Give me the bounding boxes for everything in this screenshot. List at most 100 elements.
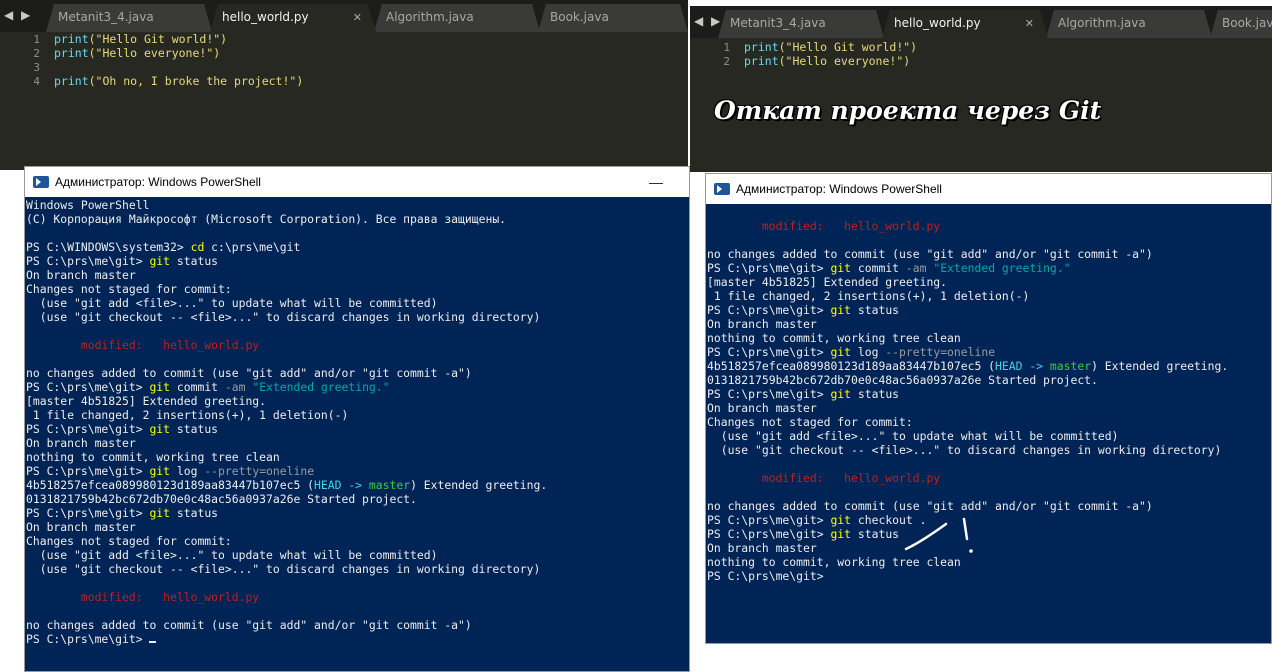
terminal-line: PS C:\prs\me\git> git status — [707, 527, 900, 541]
terminal-line: PS C:\prs\me\git> — [26, 632, 157, 646]
tab-bar: ◀ ▶ Metanit3_4.java hello_world.py ✕ Algori… — [0, 0, 688, 32]
code-line[interactable]: print("Hello Git world!") — [744, 40, 917, 54]
terminal-line: 0131821759b42bc672db70e0c48ac56a0937a26e… — [26, 492, 417, 506]
terminal-line: PS C:\prs\me\git> git status — [26, 254, 219, 268]
tab-book-java[interactable]: Book.java — [1210, 10, 1272, 38]
terminal-line: nothing to commit, working tree clean — [707, 331, 961, 345]
tab-label: Book.java — [1222, 16, 1272, 30]
text-cursor — [149, 641, 157, 643]
code-args: ("Hello Git world!") — [88, 32, 228, 46]
window-title: Администратор: Windows PowerShell — [736, 182, 942, 196]
terminal-line: no changes added to commit (use "git add… — [707, 247, 1153, 261]
tab-label: Metanit3_4.java — [58, 10, 154, 24]
terminal-line: PS C:\prs\me\git> git status — [707, 303, 900, 317]
code-keyword: print — [744, 54, 779, 68]
terminal-output[interactable]: Windows PowerShell (C) Корпорация Майкрос… — [25, 197, 689, 671]
terminal-line: (use "git checkout -- <file>..." to disc… — [26, 562, 541, 576]
tab-hello-world-py[interactable]: hello_world.py ✕ — [882, 10, 1048, 38]
tab-label: hello_world.py — [894, 16, 981, 30]
terminal-line: 1 file changed, 2 insertions(+), 1 delet… — [26, 408, 349, 422]
overlay-title: Откат проекта через Git — [714, 96, 1102, 125]
terminal-line: On branch master — [707, 401, 817, 415]
minimize-icon[interactable]: — — [649, 167, 663, 197]
terminal-line: [master 4b51825] Extended greeting. — [707, 275, 948, 289]
nav-arrows-icon[interactable]: ◀ ▶ — [4, 8, 32, 22]
line-number: 3 — [33, 61, 40, 74]
code-line[interactable]: print("Oh no, I broke the project!") — [54, 74, 303, 88]
tab-bar: ◀ ▶ Metanit3_4.java hello_world.py ✕ Algori… — [690, 6, 1272, 38]
tab-label: Algorithm.java — [1058, 16, 1146, 30]
terminal-line: PS C:\prs\me\git> git status — [26, 422, 219, 436]
tab-label: hello_world.py — [222, 10, 309, 24]
powershell-window-left[interactable]: Администратор: Windows PowerShell — Wind… — [24, 166, 690, 672]
terminal-line: no changes added to commit (use "git add… — [707, 499, 1153, 513]
terminal-line: On branch master — [26, 268, 136, 282]
terminal-line: PS C:\prs\me\git> git commit -am "Extend… — [26, 380, 390, 394]
terminal-line: (use "git checkout -- <file>..." to disc… — [707, 443, 1222, 457]
tab-metanit3-4-java[interactable]: Metanit3_4.java — [46, 4, 212, 32]
terminal-line: On branch master — [707, 317, 817, 331]
handwritten-checkmark — [904, 517, 973, 553]
terminal-line: 0131821759b42bc672db70e0c48ac56a0937a26e… — [707, 373, 1098, 387]
line-number: 1 — [33, 33, 40, 46]
nav-arrows-icon[interactable]: ◀ ▶ — [694, 14, 722, 28]
terminal-line: Changes not staged for commit: — [707, 415, 913, 429]
code-line[interactable]: print("Hello everyone!") — [744, 54, 910, 68]
terminal-line: PS C:\prs\me\git> git status — [26, 506, 219, 520]
close-icon[interactable]: ✕ — [353, 4, 362, 31]
editor-left: ◀ ▶ Metanit3_4.java hello_world.py ✕ Algori… — [0, 0, 688, 170]
terminal-line: (C) Корпорация Майкрософт (Microsoft Cor… — [26, 212, 507, 226]
code-keyword: print — [54, 32, 89, 46]
terminal-line: (use "git checkout -- <file>..." to disc… — [26, 310, 541, 324]
terminal-line: PS C:\WINDOWS\system32> cd c:\prs\me\git — [26, 240, 301, 254]
window-title: Администратор: Windows PowerShell — [55, 175, 261, 189]
terminal-line: On branch master — [26, 520, 136, 534]
tab-book-java[interactable]: Book.java — [538, 4, 688, 32]
terminal-line: PS C:\prs\me\git> git checkout . — [707, 513, 927, 527]
terminal-line: Windows PowerShell — [26, 198, 150, 212]
code-keyword: print — [744, 40, 779, 54]
terminal-line: modified: hello_world.py — [26, 338, 260, 352]
terminal-line: PS C:\prs\me\git> git log --pretty=oneli… — [707, 345, 996, 359]
code-args: ("Oh no, I broke the project!") — [88, 74, 304, 88]
code-keyword: print — [54, 74, 89, 88]
terminal-line: PS C:\prs\me\git> git status — [707, 387, 900, 401]
code-line[interactable]: print("Hello everyone!") — [54, 46, 220, 60]
tab-metanit3-4-java[interactable]: Metanit3_4.java — [718, 10, 884, 38]
terminal-line: modified: hello_world.py — [707, 219, 941, 233]
terminal-line: PS C:\prs\me\git> git commit -am "Extend… — [707, 261, 1071, 275]
tab-label: Metanit3_4.java — [730, 16, 826, 30]
terminal-line: 4b518257efcea089980123d189aa83447b107ec5… — [707, 359, 1229, 373]
code-line[interactable]: print("Hello Git world!") — [54, 32, 227, 46]
tab-label: Algorithm.java — [386, 10, 474, 24]
terminal-line: no changes added to commit (use "git add… — [26, 366, 472, 380]
tab-algorithm-java[interactable]: Algorithm.java — [374, 4, 540, 32]
terminal-line: modified: hello_world.py — [707, 471, 941, 485]
line-number: 2 — [33, 47, 40, 60]
tab-hello-world-py[interactable]: hello_world.py ✕ — [210, 4, 376, 32]
terminal-line: On branch master — [26, 436, 136, 450]
powershell-icon — [714, 183, 730, 195]
tab-algorithm-java[interactable]: Algorithm.java — [1046, 10, 1212, 38]
line-number: 1 — [723, 41, 730, 54]
terminal-line: Changes not staged for commit: — [26, 282, 232, 296]
powershell-window-right[interactable]: Администратор: Windows PowerShell modifi… — [705, 173, 1272, 644]
terminal-line: no changes added to commit (use "git add… — [26, 618, 472, 632]
terminal-line: 1 file changed, 2 insertions(+), 1 delet… — [707, 289, 1030, 303]
terminal-line: PS C:\prs\me\git> — [707, 569, 831, 583]
terminal-line: modified: hello_world.py — [26, 590, 260, 604]
editor-right: ◀ ▶ Metanit3_4.java hello_world.py ✕ Algori… — [690, 6, 1272, 172]
terminal-line: Changes not staged for commit: — [26, 534, 232, 548]
code-keyword: print — [54, 46, 89, 60]
code-args: ("Hello Git world!") — [778, 40, 918, 54]
line-number: 4 — [33, 75, 40, 88]
close-icon[interactable]: ✕ — [1025, 10, 1034, 37]
line-number: 2 — [723, 55, 730, 68]
terminal-output[interactable]: modified: hello_world.pyno changes added… — [706, 204, 1271, 643]
terminal-line: (use "git add <file>..." to update what … — [26, 548, 438, 562]
tab-label: Book.java — [550, 10, 609, 24]
terminal-line: nothing to commit, working tree clean — [26, 450, 280, 464]
title-bar[interactable]: Администратор: Windows PowerShell — [706, 174, 1271, 204]
terminal-line: (use "git add <file>..." to update what … — [707, 429, 1119, 443]
title-bar[interactable]: Администратор: Windows PowerShell — — [25, 167, 689, 197]
